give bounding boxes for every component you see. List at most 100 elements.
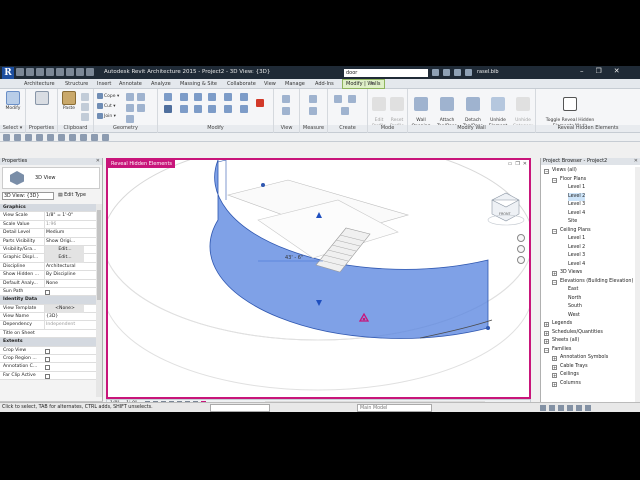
split-icon[interactable] bbox=[224, 93, 232, 101]
3d-viewport[interactable]: Reveal Hidden Elements ▭ ❐ ✕ 43' - 6" FR… bbox=[106, 158, 531, 399]
property-value[interactable]: Architectural bbox=[44, 262, 84, 272]
property-value[interactable]: By Discipline bbox=[44, 271, 84, 280]
property-value[interactable]: Medium bbox=[44, 229, 84, 238]
offset-icon[interactable] bbox=[180, 93, 188, 101]
editable-only-icon[interactable] bbox=[540, 405, 546, 411]
select-links-icon[interactable] bbox=[549, 405, 555, 411]
browser-item[interactable]: + Ceilings bbox=[541, 371, 635, 380]
property-value[interactable]: None bbox=[44, 279, 84, 288]
sync-icon[interactable] bbox=[25, 134, 32, 141]
user-name[interactable]: rasel.bib bbox=[477, 69, 499, 75]
select-underlay-icon[interactable] bbox=[558, 405, 564, 411]
expand-icon[interactable]: + bbox=[552, 381, 557, 387]
wall-joins-icon[interactable] bbox=[126, 104, 134, 112]
browser-scrollbar[interactable] bbox=[635, 167, 640, 403]
section-small-icon[interactable] bbox=[102, 134, 109, 141]
cope-button[interactable]: Cope ▾ bbox=[97, 93, 119, 99]
paint-icon[interactable] bbox=[137, 93, 145, 101]
property-checkbox[interactable] bbox=[45, 348, 50, 354]
binoculars-icon[interactable] bbox=[432, 69, 439, 76]
collapse-icon[interactable]: − bbox=[552, 228, 557, 234]
filter-icon[interactable] bbox=[585, 405, 591, 411]
pin-icon[interactable] bbox=[240, 105, 248, 113]
demolish-icon[interactable] bbox=[126, 115, 134, 123]
paste-button[interactable]: Paste bbox=[60, 91, 78, 112]
cut-geometry-button[interactable]: Cut ▾ bbox=[97, 103, 115, 109]
browser-item[interactable]: East bbox=[541, 286, 635, 295]
orbit-icon[interactable] bbox=[517, 256, 525, 264]
close-icon[interactable]: ✕ bbox=[614, 67, 620, 75]
browser-item[interactable]: Level 2 bbox=[541, 244, 635, 253]
measure-small-icon[interactable] bbox=[69, 134, 76, 141]
save-icon[interactable] bbox=[26, 68, 34, 76]
expand-icon[interactable]: + bbox=[552, 356, 557, 361]
tab-structure[interactable]: Structure bbox=[65, 81, 88, 87]
dimension-icon[interactable] bbox=[309, 107, 317, 115]
tab-architecture[interactable]: Architecture bbox=[24, 81, 55, 87]
browser-item[interactable]: South bbox=[541, 303, 635, 312]
create-assembly-icon[interactable] bbox=[334, 95, 342, 103]
redo-icon[interactable] bbox=[46, 68, 54, 76]
zoom-icon[interactable] bbox=[517, 245, 525, 253]
collapse-icon[interactable]: − bbox=[552, 279, 557, 285]
browser-item[interactable]: + Legends bbox=[541, 320, 635, 329]
type-selector[interactable]: 3D View bbox=[2, 167, 100, 189]
star-icon[interactable] bbox=[454, 69, 461, 76]
3d-view-icon[interactable] bbox=[86, 68, 94, 76]
property-checkbox[interactable] bbox=[45, 357, 50, 363]
property-value[interactable]: Show Origi... bbox=[44, 237, 84, 246]
browser-item[interactable]: − Views (all) bbox=[541, 167, 635, 176]
browser-item[interactable]: + Sheets (all) bbox=[541, 337, 635, 346]
property-checkbox[interactable] bbox=[45, 373, 50, 379]
viewcube[interactable]: FRONT bbox=[487, 192, 525, 226]
drag-elements-icon[interactable] bbox=[576, 405, 582, 411]
expand-icon[interactable]: + bbox=[552, 364, 557, 370]
property-group-header[interactable]: Extents bbox=[0, 338, 96, 347]
property-group-header[interactable]: Identity Data bbox=[0, 296, 96, 305]
browser-item[interactable]: − Families bbox=[541, 346, 635, 355]
remove-paint-icon[interactable] bbox=[137, 104, 145, 112]
select-pinned-icon[interactable] bbox=[567, 405, 573, 411]
undo-small-icon[interactable] bbox=[36, 134, 43, 141]
mirror-draw-icon[interactable] bbox=[208, 93, 216, 101]
browser-item[interactable]: − Floor Plans bbox=[541, 176, 635, 185]
split-face-icon[interactable] bbox=[126, 93, 134, 101]
workset-field[interactable] bbox=[210, 404, 270, 412]
browser-item[interactable]: Level 3 bbox=[541, 252, 635, 261]
properties-scroll-thumb[interactable] bbox=[97, 210, 101, 300]
align-icon[interactable] bbox=[164, 93, 172, 101]
browser-item[interactable]: Level 4 bbox=[541, 210, 635, 219]
text-small-icon[interactable] bbox=[80, 134, 87, 141]
tab-manage[interactable]: Manage bbox=[285, 81, 305, 87]
text-icon[interactable] bbox=[76, 68, 84, 76]
collapse-icon[interactable]: − bbox=[552, 177, 557, 183]
property-value[interactable]: {3D} bbox=[44, 313, 84, 322]
expand-icon[interactable]: + bbox=[552, 373, 557, 378]
property-checkbox[interactable] bbox=[45, 365, 50, 371]
instance-selector[interactable]: 3D View: {3D} bbox=[2, 192, 54, 200]
edit-type-button[interactable]: ▤ Edit Type bbox=[58, 192, 86, 200]
user-icon[interactable] bbox=[465, 69, 472, 76]
tab-annotate[interactable]: Annotate bbox=[119, 81, 142, 87]
open-icon[interactable] bbox=[16, 68, 24, 76]
properties-close-icon[interactable]: ✕ bbox=[96, 158, 100, 165]
copy-icon[interactable] bbox=[81, 103, 89, 111]
revit-logo-icon[interactable]: R bbox=[2, 67, 14, 79]
rotate-icon[interactable] bbox=[194, 105, 202, 113]
scale-icon[interactable] bbox=[240, 93, 248, 101]
copy-element-icon[interactable] bbox=[180, 105, 188, 113]
hide-icon[interactable] bbox=[282, 95, 290, 103]
expand-icon[interactable]: + bbox=[544, 330, 549, 336]
browser-item[interactable]: +3D Views bbox=[541, 269, 635, 278]
property-edit-button[interactable]: Edit... bbox=[44, 245, 84, 255]
property-value[interactable]: 1/8" = 1'-0" bbox=[44, 212, 84, 221]
tab-overflow-icon[interactable]: ▾ bbox=[371, 80, 374, 87]
trim-icon[interactable] bbox=[208, 105, 216, 113]
browser-item[interactable]: North bbox=[541, 295, 635, 304]
search-input[interactable]: door bbox=[344, 69, 428, 77]
browser-item[interactable]: Level 3 bbox=[541, 201, 635, 210]
tab-add-ins[interactable]: Add-Ins bbox=[315, 81, 334, 87]
array-icon[interactable] bbox=[224, 105, 232, 113]
collapse-icon[interactable]: − bbox=[544, 347, 549, 353]
modify-tool-icon[interactable] bbox=[3, 134, 10, 141]
